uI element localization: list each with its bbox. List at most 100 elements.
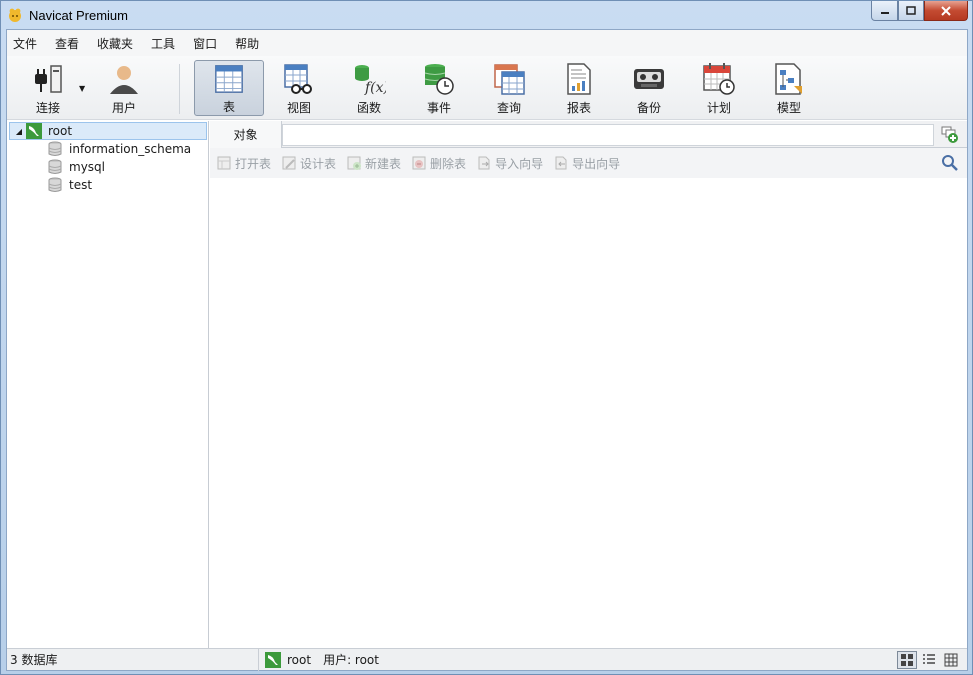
list-icon (923, 654, 935, 664)
model-label: 模型 (776, 101, 801, 115)
detail-view-button[interactable] (941, 651, 961, 669)
menu-window[interactable]: 窗口 (187, 35, 229, 52)
design-table-icon (282, 156, 296, 170)
object-toolbar: 打开表 设计表 新建表 删除表 导入向导 导出向导 (210, 148, 967, 178)
toolbar-separator (179, 64, 180, 114)
mysql-connection-icon (26, 123, 42, 139)
delete-table-icon (412, 156, 426, 170)
menu-favorites[interactable]: 收藏夹 (91, 35, 145, 52)
model-icon (775, 63, 802, 95)
design-table-label: 设计表 (300, 156, 337, 171)
backup-button[interactable]: 备份 (614, 60, 684, 116)
event-icon (424, 64, 454, 95)
event-button[interactable]: 事件 (404, 60, 474, 116)
model-button[interactable]: 模型 (754, 60, 824, 116)
tree-node-database[interactable]: information_schema (7, 140, 208, 158)
database-icon (48, 177, 62, 192)
report-icon (567, 63, 591, 95)
window-controls (871, 1, 968, 21)
open-table-label: 打开表 (235, 156, 272, 171)
tree-node-label: root (48, 124, 73, 138)
new-table-icon (347, 156, 362, 170)
status-bar: 3 数据库 root 用户: root (7, 648, 967, 671)
table-label: 表 (222, 100, 235, 114)
query-icon (494, 64, 525, 95)
close-button[interactable] (924, 1, 968, 21)
connect-dropdown-icon[interactable]: ▼ (79, 84, 85, 93)
open-table-icon (217, 156, 231, 170)
tab-objects[interactable]: 对象 (210, 121, 282, 148)
tree-expand-icon[interactable]: ◢ (12, 127, 26, 136)
database-icon (48, 159, 62, 174)
tree-node-label: information_schema (69, 142, 192, 156)
connection-tree: ◢ root information_schema mysql test (7, 121, 209, 648)
client-area: 文件 查看 收藏夹 工具 窗口 帮助 连接 ▼ 用户 表 视图 f(x 函数 事… (6, 29, 968, 671)
view-mode-switcher (895, 651, 961, 669)
delete-table-button[interactable]: 删除表 (411, 155, 466, 172)
report-button[interactable]: 报表 (544, 60, 614, 116)
status-connection: root 用户: root (259, 651, 379, 668)
open-table-button[interactable]: 打开表 (216, 155, 271, 172)
minimize-icon (880, 11, 889, 14)
maximize-button[interactable] (898, 1, 924, 21)
schedule-label: 计划 (706, 101, 731, 115)
new-tab-icon[interactable] (941, 126, 959, 144)
export-wizard-button[interactable]: 导出向导 (553, 155, 620, 172)
view-button[interactable]: 视图 (264, 60, 334, 116)
menu-help[interactable]: 帮助 (229, 35, 271, 52)
title-bar: Navicat Premium (1, 1, 972, 29)
app-window: Navicat Premium 文件 查看 收藏夹 工具 窗口 帮助 连接 ▼ … (0, 0, 973, 675)
table-icon (215, 65, 243, 93)
tab-objects-label: 对象 (233, 128, 258, 142)
db-count-text: 3 数据库 (10, 653, 58, 667)
window-title: Navicat Premium (29, 7, 128, 23)
user-label: 用户 (111, 101, 136, 115)
report-label: 报表 (566, 101, 591, 115)
main-toolbar: 连接 ▼ 用户 表 视图 f(x 函数 事件 查询 报表 备份 计划 模型 (7, 56, 967, 120)
tree-node-label: mysql (69, 160, 105, 174)
query-button[interactable]: 查询 (474, 60, 544, 116)
function-button[interactable]: f(x) 函数 (334, 60, 404, 116)
maximize-icon (906, 5, 916, 15)
list-view-button[interactable] (919, 651, 939, 669)
export-wizard-label: 导出向导 (572, 156, 621, 171)
svg-text:f(x): f(x) (364, 80, 386, 96)
design-table-button[interactable]: 设计表 (281, 155, 336, 172)
menu-tools[interactable]: 工具 (145, 35, 187, 52)
new-table-button[interactable]: 新建表 (346, 155, 401, 172)
view-icon (284, 64, 312, 94)
menu-file[interactable]: 文件 (7, 35, 49, 52)
connect-label: 连接 (35, 101, 60, 115)
navicat-logo-icon (9, 8, 21, 22)
status-connection-name: root (287, 652, 312, 667)
import-wizard-button[interactable]: 导入向导 (476, 155, 543, 172)
tree-node-database[interactable]: test (7, 176, 208, 194)
large-icons-view-button[interactable] (897, 651, 917, 669)
main-panel: 对象 打开表 设计表 新建表 删除表 导入向导 导出向导 (210, 121, 967, 648)
delete-table-label: 删除表 (430, 156, 467, 171)
tree-node-root[interactable]: ◢ root (9, 122, 207, 140)
backup-tape-icon (634, 69, 664, 89)
status-user: 用户: root (323, 653, 379, 667)
table-button[interactable]: 表 (194, 60, 264, 116)
search-icon[interactable] (941, 154, 959, 172)
schedule-button[interactable]: 计划 (684, 60, 754, 116)
detail-grid-icon (944, 653, 958, 667)
plug-server-icon (35, 65, 62, 93)
close-icon (941, 5, 951, 16)
function-icon: f(x) (355, 65, 386, 96)
import-icon (478, 156, 490, 170)
status-db-count: 3 数据库 (7, 648, 259, 671)
function-label: 函数 (356, 101, 381, 115)
database-icon (48, 141, 62, 156)
backup-label: 备份 (636, 101, 661, 115)
menu-bar: 文件 查看 收藏夹 工具 窗口 帮助 (7, 30, 967, 56)
connect-button[interactable]: 连接 (13, 60, 83, 116)
user-button[interactable]: 用户 (89, 60, 159, 116)
tab-bar: 对象 (210, 121, 967, 148)
minimize-button[interactable] (871, 1, 898, 21)
tree-node-label: test (69, 178, 93, 192)
menu-view[interactable]: 查看 (49, 35, 91, 52)
tree-node-database[interactable]: mysql (7, 158, 208, 176)
tab-strip (282, 124, 934, 146)
